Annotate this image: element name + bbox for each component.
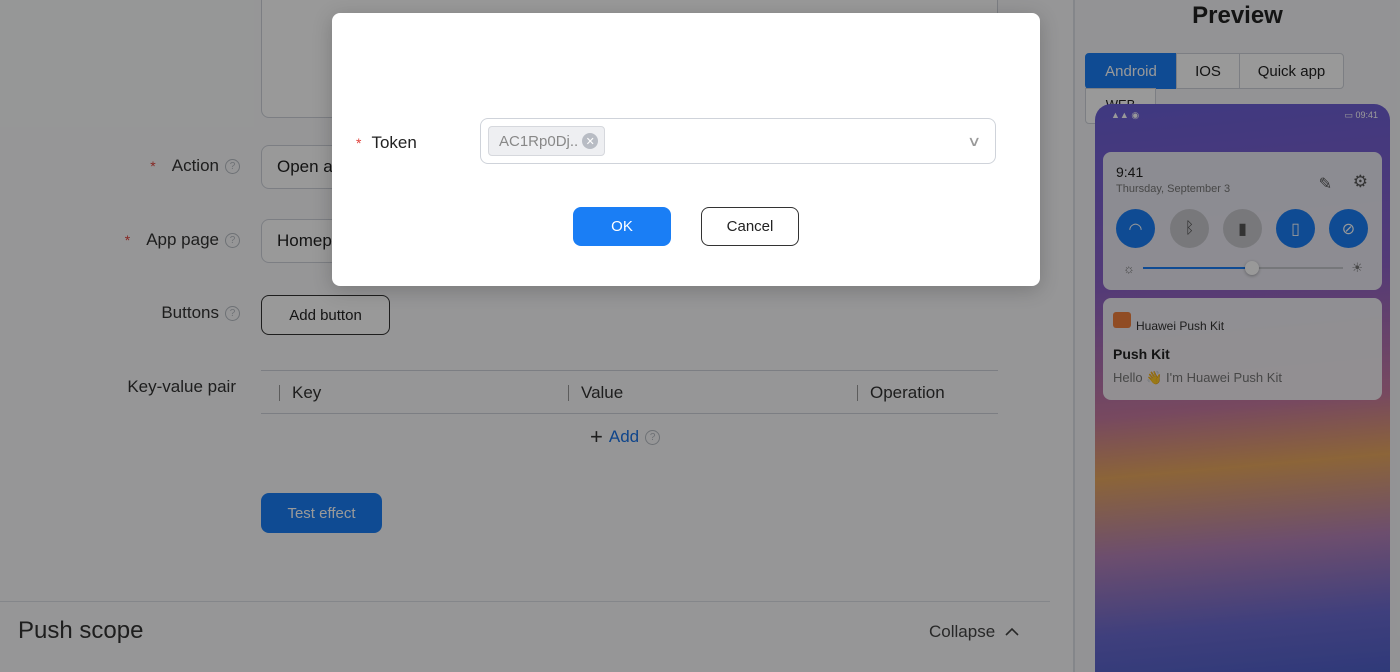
required-marker: * bbox=[356, 135, 362, 151]
close-icon[interactable]: ✕ bbox=[582, 133, 599, 149]
token-value: AC1Rp0Dj.. bbox=[499, 132, 579, 150]
cancel-button[interactable]: Cancel bbox=[701, 207, 799, 246]
token-dialog: * Token AC1Rp0Dj.. ✕ ∨ OK Cancel bbox=[332, 13, 1040, 286]
chevron-down-icon[interactable]: ∨ bbox=[967, 133, 981, 150]
token-tag: AC1Rp0Dj.. ✕ bbox=[488, 126, 606, 156]
token-select[interactable]: AC1Rp0Dj.. ✕ ∨ bbox=[480, 118, 996, 164]
ok-button[interactable]: OK bbox=[573, 207, 671, 246]
token-label: Token bbox=[371, 133, 417, 152]
token-label-row: * Token bbox=[356, 133, 417, 153]
